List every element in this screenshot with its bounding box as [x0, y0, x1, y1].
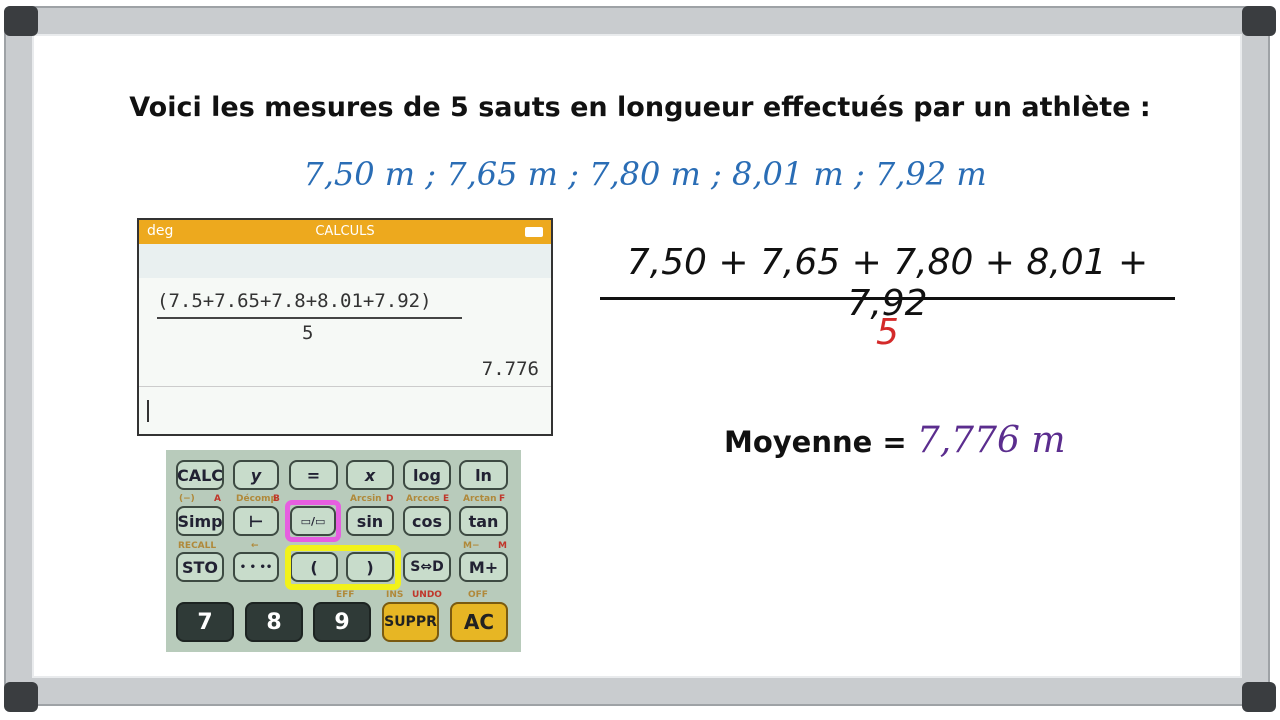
key-sin[interactable]: sin	[346, 506, 394, 536]
key-log[interactable]: log	[403, 460, 451, 490]
secondary-label: EFF	[336, 590, 355, 600]
app-title: CALCULS	[315, 224, 375, 239]
expression-denominator: 5	[302, 322, 314, 344]
secondary-label: M−	[463, 541, 480, 551]
secondary-label: A	[214, 494, 221, 504]
secondary-label: Décomp	[236, 494, 277, 504]
secondary-label: E	[443, 494, 450, 504]
expression-numerator: (7.5+7.65+7.8+8.01+7.92)	[157, 290, 432, 312]
measurements: 7,50 m ; 7,65 m ; 7,80 m ; 8,01 m ; 7,92…	[303, 155, 987, 193]
key-suppr[interactable]: SUPPR	[382, 602, 439, 642]
secondary-label: RECALL	[178, 541, 217, 551]
key-x[interactable]: x	[346, 460, 394, 490]
board-corner	[4, 682, 38, 712]
fraction-key-highlight	[285, 500, 341, 542]
parentheses-highlight	[285, 545, 401, 590]
key-equals[interactable]: =	[289, 460, 338, 490]
fraction-line	[600, 297, 1175, 300]
key-integer-part[interactable]: ⊢	[233, 506, 279, 536]
battery-icon	[525, 227, 543, 237]
fraction-bar	[157, 317, 462, 319]
secondary-label: ←	[251, 541, 259, 551]
secondary-label: (−)	[179, 494, 195, 504]
sum-denominator: 5	[876, 312, 899, 353]
secondary-label: B	[273, 494, 280, 504]
secondary-label: INS	[386, 590, 404, 600]
secondary-label: UNDO	[412, 590, 442, 600]
calculator-keypad: CALC y = x log ln (−) A Décomp B Arcsin …	[166, 450, 521, 652]
key-cos[interactable]: cos	[403, 506, 451, 536]
key-m-plus[interactable]: M+	[459, 552, 508, 582]
key-simp[interactable]: Simp	[176, 506, 224, 536]
key-y[interactable]: y	[233, 460, 279, 490]
key-degrees[interactable]: • • ••	[233, 552, 279, 582]
key-8[interactable]: 8	[245, 602, 303, 642]
board-corner	[4, 6, 38, 36]
secondary-label: M	[498, 541, 507, 551]
key-calc[interactable]: CALC	[176, 460, 224, 490]
key-sto[interactable]: STO	[176, 552, 224, 582]
secondary-label: D	[386, 494, 394, 504]
secondary-label: F	[499, 494, 506, 504]
secondary-label: Arcsin	[350, 494, 382, 504]
key-tan[interactable]: tan	[459, 506, 508, 536]
mean-value: 7,776 m	[916, 420, 1066, 461]
status-bar: deg CALCULS	[139, 220, 551, 244]
board-corner	[1242, 682, 1276, 712]
key-ac[interactable]: AC	[450, 602, 508, 642]
key-7[interactable]: 7	[176, 602, 234, 642]
secondary-label: Arctan	[463, 494, 497, 504]
key-9[interactable]: 9	[313, 602, 371, 642]
input-cursor[interactable]	[147, 400, 149, 422]
secondary-label: OFF	[468, 590, 488, 600]
key-s-to-d[interactable]: S⇔D	[403, 552, 451, 582]
key-ln[interactable]: ln	[459, 460, 508, 490]
mean-line: Moyenne = 7,776 m	[724, 420, 1065, 461]
secondary-label: Arccos	[406, 494, 440, 504]
calculator-screen: deg CALCULS (7.5+7.65+7.8+8.01+7.92) 5 7…	[137, 218, 553, 436]
calc-result: 7.776	[481, 358, 539, 380]
problem-statement: Voici les mesures de 5 sauts en longueur…	[129, 92, 1151, 123]
board-corner	[1242, 6, 1276, 36]
mean-label: Moyenne =	[724, 425, 917, 459]
